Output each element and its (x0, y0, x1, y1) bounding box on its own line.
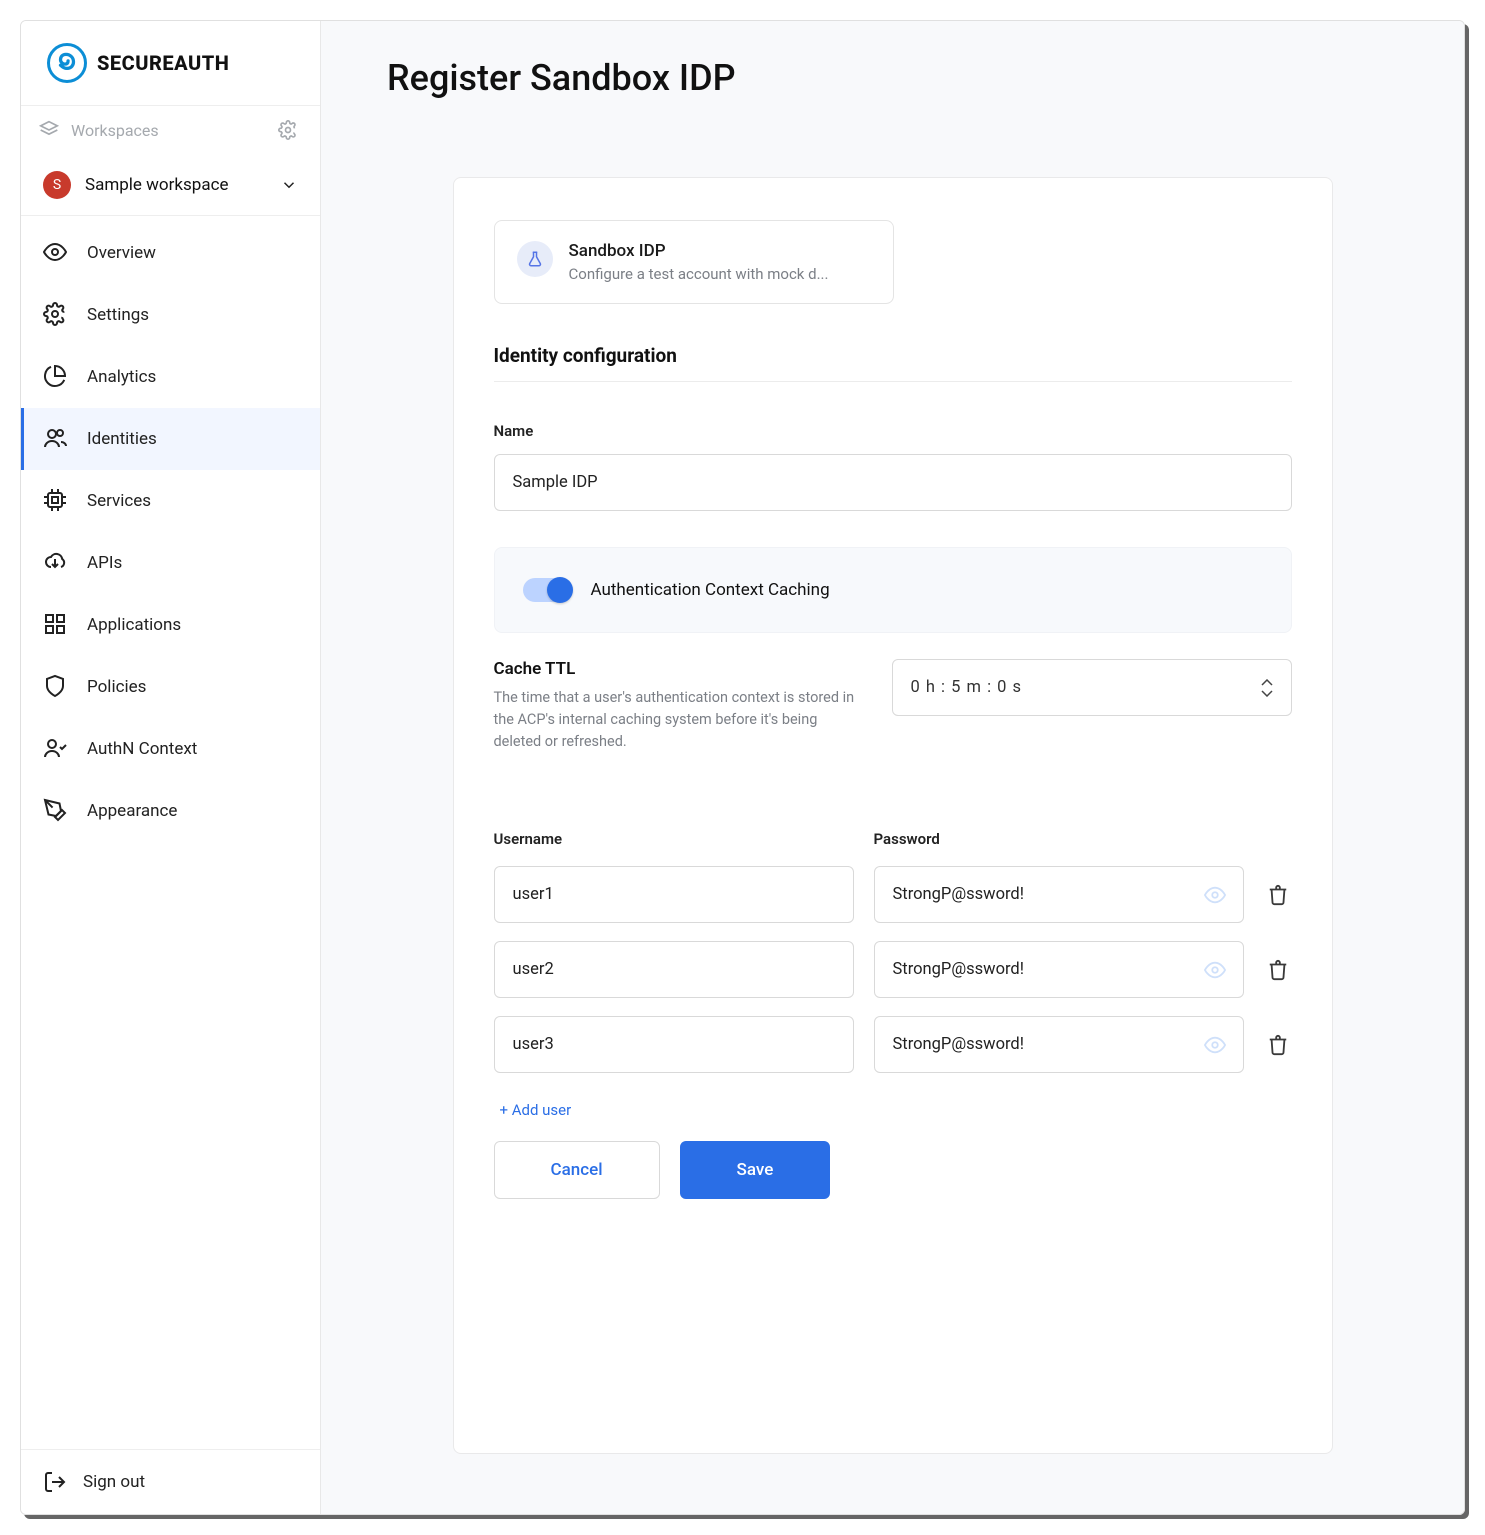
nav-analytics[interactable]: Analytics (21, 346, 320, 408)
flask-icon (517, 241, 553, 277)
nav-settings[interactable]: Settings (21, 284, 320, 346)
username-input[interactable] (494, 1016, 854, 1073)
section-identity-config: Identity configuration (494, 344, 1292, 382)
username-input[interactable] (494, 941, 854, 998)
grid-icon (43, 612, 69, 638)
nav-label: Overview (87, 243, 156, 263)
username-input[interactable] (494, 866, 854, 923)
nav-services[interactable]: Services (21, 470, 320, 532)
nav-label: APIs (87, 553, 122, 573)
add-user-link[interactable]: + Add user (494, 1101, 1292, 1119)
idp-desc: Configure a test account with mock d... (569, 265, 829, 283)
idp-title: Sandbox IDP (569, 241, 829, 261)
password-input[interactable] (874, 941, 1244, 998)
workspaces-nav[interactable]: Workspaces (21, 106, 320, 155)
nav-label: Policies (87, 677, 146, 697)
cache-ttl-input[interactable]: 0 h : 5 m : 0 s (892, 659, 1292, 716)
users-icon (43, 426, 69, 452)
toggle-switch[interactable] (523, 578, 571, 602)
gear-icon (43, 302, 69, 328)
cancel-button[interactable]: Cancel (494, 1141, 660, 1199)
password-input[interactable] (874, 1016, 1244, 1073)
main: Register Sandbox IDP Sandbox IDP Configu… (321, 21, 1464, 1514)
form-actions: Cancel Save (494, 1141, 1292, 1199)
auth-context-caching-toggle: Authentication Context Caching (494, 547, 1292, 633)
nav-label: Appearance (87, 801, 177, 821)
username-col-label: Username (494, 830, 854, 848)
form-card: Sandbox IDP Configure a test account wit… (453, 177, 1333, 1454)
workspace-avatar: S (43, 171, 71, 199)
cache-ttl-desc: The time that a user's authentication co… (494, 687, 868, 752)
nav-authn-context[interactable]: AuthN Context (21, 718, 320, 780)
eye-icon[interactable] (1204, 1034, 1226, 1056)
brand-text: SECUREAUTH (97, 51, 229, 75)
nav-applications[interactable]: Applications (21, 594, 320, 656)
save-button[interactable]: Save (680, 1141, 831, 1199)
nav-label: Applications (87, 615, 181, 635)
cache-ttl-heading: Cache TTL (494, 659, 868, 679)
page-title: Register Sandbox IDP (321, 21, 1464, 117)
content: Sandbox IDP Configure a test account wit… (321, 117, 1464, 1514)
nav-label: Services (87, 491, 151, 511)
nav-overview[interactable]: Overview (21, 222, 320, 284)
workspaces-label: Workspaces (71, 121, 159, 140)
users-header: Username Password (494, 830, 1292, 848)
layers-icon (39, 120, 59, 140)
brand: SECUREAUTH (21, 21, 320, 106)
nav-label: Identities (87, 429, 157, 449)
pen-icon (43, 798, 69, 824)
gear-icon[interactable] (278, 120, 298, 140)
cpu-icon (43, 488, 69, 514)
toggle-label: Authentication Context Caching (591, 580, 830, 600)
sidebar: SECUREAUTH Workspaces S Sample workspace (21, 21, 321, 1514)
password-col-label: Password (874, 830, 1292, 848)
cache-ttl-row: Cache TTL The time that a user's authent… (494, 659, 1292, 752)
nav-label: AuthN Context (87, 739, 197, 759)
eye-icon (43, 240, 69, 266)
sign-out-label: Sign out (83, 1472, 145, 1492)
idp-summary-card: Sandbox IDP Configure a test account wit… (494, 220, 894, 304)
trash-icon[interactable] (1264, 884, 1292, 906)
name-input[interactable] (494, 454, 1292, 511)
user-row (494, 1016, 1292, 1073)
chevron-down-icon (280, 176, 298, 194)
nav-identities[interactable]: Identities (21, 408, 320, 470)
trash-icon[interactable] (1264, 959, 1292, 981)
brand-logo-icon (47, 43, 87, 83)
name-label: Name (494, 422, 1292, 440)
cache-ttl-value: 0 h : 5 m : 0 s (911, 678, 1023, 697)
user-row (494, 941, 1292, 998)
selected-workspace[interactable]: S Sample workspace (21, 155, 320, 216)
nav-policies[interactable]: Policies (21, 656, 320, 718)
nav-label: Analytics (87, 367, 156, 387)
user-check-icon (43, 736, 69, 762)
sign-out-icon (43, 1470, 67, 1494)
pie-chart-icon (43, 364, 69, 390)
cloud-download-icon (43, 550, 69, 576)
eye-icon[interactable] (1204, 959, 1226, 981)
spinner-icon[interactable] (1261, 679, 1273, 697)
trash-icon[interactable] (1264, 1034, 1292, 1056)
user-row (494, 866, 1292, 923)
nav-apis[interactable]: APIs (21, 532, 320, 594)
nav-appearance[interactable]: Appearance (21, 780, 320, 842)
shield-icon (43, 674, 69, 700)
workspace-name: Sample workspace (85, 175, 266, 195)
nav: Overview Settings Analytics Identities S… (21, 216, 320, 1449)
nav-label: Settings (87, 305, 149, 325)
password-input[interactable] (874, 866, 1244, 923)
sign-out[interactable]: Sign out (21, 1449, 320, 1514)
eye-icon[interactable] (1204, 884, 1226, 906)
